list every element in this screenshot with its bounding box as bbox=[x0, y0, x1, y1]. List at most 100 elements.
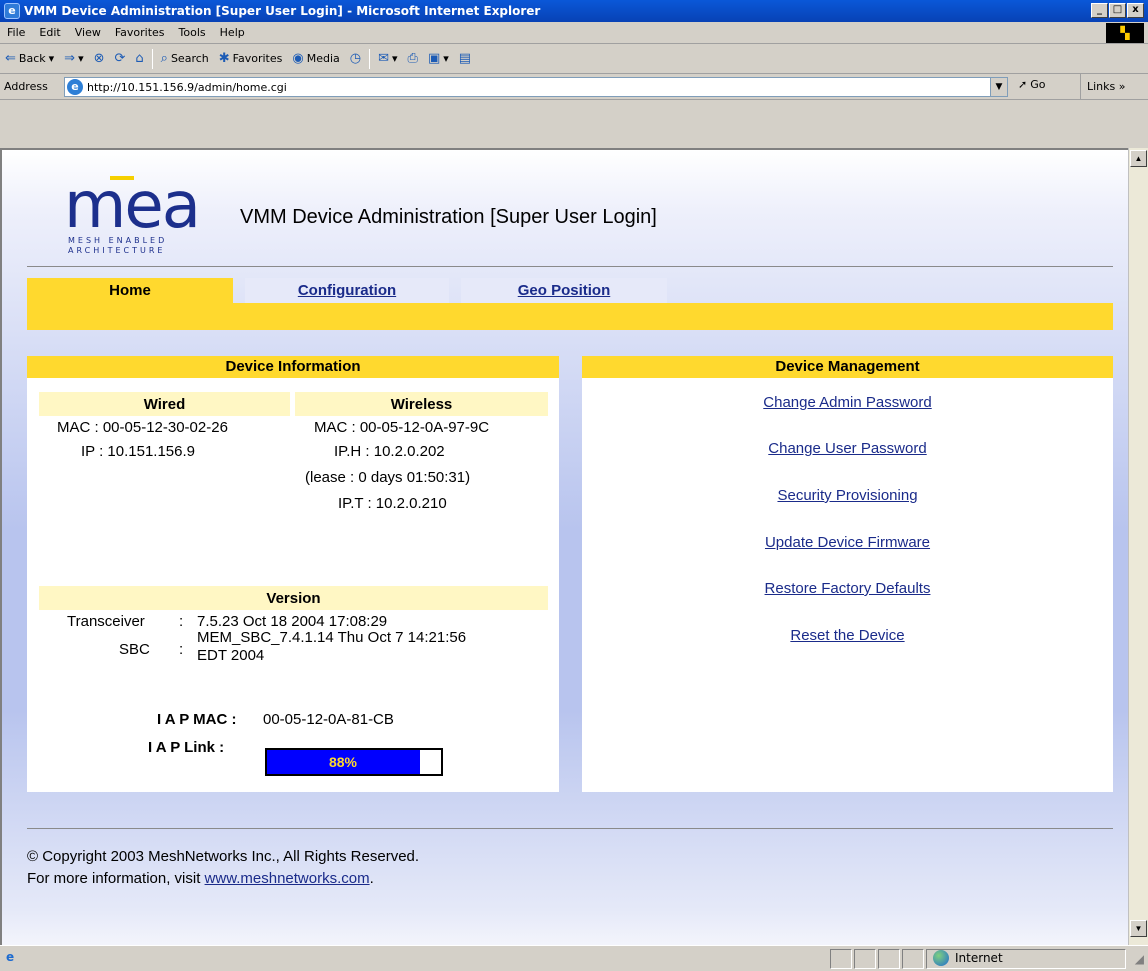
header-divider bbox=[27, 266, 1113, 267]
edit-button[interactable]: ▣ ▾ bbox=[423, 51, 454, 66]
refresh-icon: ⟳ bbox=[114, 51, 126, 66]
go-arrow-icon: ➚ bbox=[1018, 78, 1028, 91]
status-cell bbox=[830, 949, 852, 969]
go-label: Go bbox=[1030, 78, 1046, 91]
stop-icon: ⊗ bbox=[93, 51, 105, 66]
menu-help[interactable]: Help bbox=[213, 26, 252, 39]
address-input[interactable]: e http://10.151.156.9/admin/home.cgi ▼ bbox=[64, 77, 1008, 97]
meshnetworks-link[interactable]: www.meshnetworks.com bbox=[205, 870, 370, 887]
wired-ip: IP : 10.151.156.9 bbox=[81, 443, 195, 460]
device-management-title: Device Management bbox=[582, 356, 1113, 378]
chevron-down-icon: ▾ bbox=[443, 52, 449, 65]
device-management-panel: Device Management Change Admin Password … bbox=[582, 356, 1113, 792]
mea-logo: mea MESH ENABLED ARCHITECTURE bbox=[54, 169, 204, 256]
favorites-button[interactable]: ✱ Favorites bbox=[214, 51, 288, 66]
page-title: VMM Device Administration [Super User Lo… bbox=[240, 206, 657, 228]
discuss-button[interactable]: ▤ bbox=[454, 51, 476, 66]
chevron-down-icon: ▾ bbox=[78, 52, 84, 65]
search-icon: ⌕ bbox=[160, 51, 168, 66]
resize-grip-icon[interactable]: ◢ bbox=[1135, 952, 1144, 966]
vertical-scrollbar[interactable]: ▲ ▼ bbox=[1128, 148, 1148, 945]
windows-logo-icon: ▚ bbox=[1106, 23, 1144, 43]
history-button[interactable]: ◷ bbox=[345, 51, 366, 66]
sbc-value-line2: EDT 2004 bbox=[197, 647, 265, 664]
home-button[interactable]: ⌂ bbox=[130, 51, 148, 66]
menu-favorites[interactable]: Favorites bbox=[108, 26, 172, 39]
toolbar-divider bbox=[151, 48, 153, 69]
maximize-button[interactable]: □ bbox=[1109, 3, 1126, 18]
status-cell bbox=[902, 949, 924, 969]
sbc-label: SBC bbox=[119, 641, 150, 658]
minimize-button[interactable]: _ bbox=[1091, 3, 1108, 18]
version-heading: Version bbox=[39, 586, 548, 610]
tab-geo-position[interactable]: Geo Position bbox=[461, 278, 667, 303]
go-button[interactable]: ➚ Go bbox=[1018, 78, 1045, 91]
close-button[interactable]: x bbox=[1127, 3, 1144, 18]
address-url: http://10.151.156.9/admin/home.cgi bbox=[87, 80, 287, 94]
stop-button[interactable]: ⊗ bbox=[89, 51, 110, 66]
scroll-down-icon[interactable]: ▼ bbox=[1130, 920, 1147, 937]
scroll-up-icon[interactable]: ▲ bbox=[1130, 150, 1147, 167]
device-information-panel: Device Information Wired Wireless MAC : … bbox=[27, 356, 559, 792]
back-button[interactable]: ⇐ Back ▾ bbox=[0, 51, 59, 66]
security-provisioning-link[interactable]: Security Provisioning bbox=[582, 487, 1113, 504]
status-cell bbox=[854, 949, 876, 969]
print-button[interactable]: ⎙ bbox=[403, 51, 423, 66]
sbc-value-line1: MEM_SBC_7.4.1.14 Thu Oct 7 14:21:56 bbox=[197, 629, 467, 646]
logo-wordmark: mea bbox=[64, 169, 201, 243]
refresh-button[interactable]: ⟳ bbox=[110, 51, 131, 66]
menu-file[interactable]: File bbox=[0, 26, 32, 39]
tab-strip: Home Configuration Geo Position bbox=[27, 278, 1113, 330]
more-info-prefix: For more information, visit bbox=[27, 870, 205, 887]
star-icon: ✱ bbox=[218, 51, 230, 66]
page-done-icon: e bbox=[6, 950, 15, 964]
search-button[interactable]: ⌕ Search bbox=[156, 51, 214, 66]
security-zone: Internet bbox=[933, 950, 1003, 966]
change-admin-password-link[interactable]: Change Admin Password bbox=[582, 394, 1113, 411]
forward-button[interactable]: ⇒ ▾ bbox=[59, 51, 88, 66]
window-title: VMM Device Administration [Super User Lo… bbox=[24, 4, 541, 18]
iap-mac-label: I A P MAC : bbox=[157, 711, 237, 728]
address-dropdown-icon[interactable]: ▼ bbox=[990, 78, 1007, 96]
iap-link-percent: 88% bbox=[328, 754, 358, 770]
menu-view[interactable]: View bbox=[68, 26, 108, 39]
tab-configuration[interactable]: Configuration bbox=[245, 278, 449, 303]
links-button[interactable]: Links » bbox=[1080, 74, 1126, 100]
change-user-password-link[interactable]: Change User Password bbox=[582, 440, 1113, 457]
chevron-down-icon: ▾ bbox=[392, 52, 398, 65]
tab-strip-bar bbox=[27, 303, 1113, 330]
iap-link-label: I A P Link : bbox=[148, 739, 225, 756]
tab-home[interactable]: Home bbox=[27, 278, 233, 303]
ie-app-icon: e bbox=[4, 3, 20, 19]
footer-more-info: For more information, visit www.meshnetw… bbox=[27, 870, 374, 887]
reset-device-link[interactable]: Reset the Device bbox=[582, 627, 1113, 644]
transceiver-label: Transceiver bbox=[67, 613, 145, 630]
wireless-iph: IP.H : 10.2.0.202 bbox=[334, 443, 445, 460]
double-chevron-icon: » bbox=[1118, 80, 1126, 93]
back-arrow-icon: ⇐ bbox=[5, 51, 16, 66]
wireless-lease: (lease : 0 days 01:50:31) bbox=[305, 469, 471, 486]
logo-tagline-2: ARCHITECTURE bbox=[68, 246, 166, 255]
update-device-firmware-link[interactable]: Update Device Firmware bbox=[582, 534, 1113, 551]
restore-factory-defaults-link[interactable]: Restore Factory Defaults bbox=[582, 580, 1113, 597]
device-information-title: Device Information bbox=[27, 356, 559, 378]
status-cell bbox=[878, 949, 900, 969]
page-viewport: mea MESH ENABLED ARCHITECTURE VMM Device… bbox=[0, 148, 1128, 945]
footer-divider bbox=[27, 828, 1113, 829]
forward-arrow-icon: ⇒ bbox=[64, 51, 76, 66]
search-label: Search bbox=[170, 52, 209, 65]
home-icon: ⌂ bbox=[135, 51, 144, 66]
mail-button[interactable]: ✉ ▾ bbox=[373, 51, 402, 66]
media-button[interactable]: ◉ Media bbox=[287, 51, 344, 66]
menu-bar: File Edit View Favorites Tools Help ▚ bbox=[0, 22, 1148, 44]
sbc-separator: : bbox=[179, 641, 184, 658]
iap-link-progress-bar: 88% bbox=[265, 748, 443, 776]
logo-tagline-1: MESH ENABLED bbox=[68, 236, 168, 245]
menu-edit[interactable]: Edit bbox=[32, 26, 67, 39]
media-icon: ◉ bbox=[292, 51, 304, 66]
address-label: Address bbox=[4, 80, 48, 93]
window-titlebar: e VMM Device Administration [Super User … bbox=[0, 0, 1148, 22]
address-bar: Address e http://10.151.156.9/admin/home… bbox=[0, 74, 1148, 100]
wireless-heading: Wireless bbox=[295, 392, 548, 416]
menu-tools[interactable]: Tools bbox=[172, 26, 213, 39]
